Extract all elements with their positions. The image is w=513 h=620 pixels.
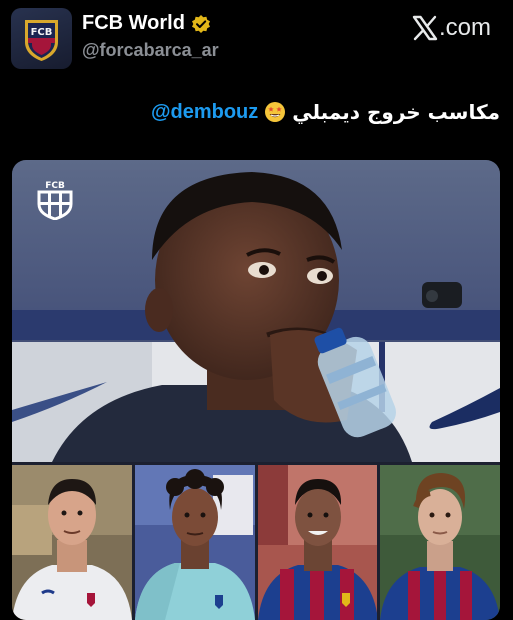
handle[interactable]: @forcabarca_ar bbox=[82, 40, 219, 61]
avatar-text: FCB bbox=[31, 27, 53, 38]
fcb-watermark-icon: FCB bbox=[37, 181, 73, 220]
player-thumbnails bbox=[12, 465, 500, 620]
player-thumb-2[interactable] bbox=[134, 465, 255, 620]
source-site-text: .com bbox=[438, 14, 491, 41]
tweet-header: FCB FCB World @forcabarca_ar .com bbox=[0, 0, 513, 80]
display-name[interactable]: FCB World bbox=[82, 12, 185, 35]
verified-badge-icon bbox=[191, 14, 211, 34]
media-card[interactable]: FCB bbox=[12, 160, 500, 620]
name-row: FCB World bbox=[82, 12, 211, 35]
player-thumb-4[interactable] bbox=[380, 465, 500, 620]
player-thumb-3[interactable] bbox=[257, 465, 378, 620]
mention-link[interactable]: @dembouz bbox=[151, 101, 258, 124]
main-photo[interactable] bbox=[12, 160, 500, 462]
star-struck-emoji-icon bbox=[264, 101, 286, 123]
fcb-crest-icon: FCB bbox=[25, 20, 58, 61]
source-badge[interactable]: .com bbox=[412, 14, 491, 42]
tweet-body: مكاسب خروج ديمبلي bbox=[292, 100, 500, 124]
player-thumb-1[interactable] bbox=[12, 465, 132, 620]
avatar[interactable]: FCB bbox=[11, 8, 72, 69]
watermark-text: FCB bbox=[45, 181, 65, 191]
x-logo-icon bbox=[412, 15, 438, 41]
tweet-text: مكاسب خروج ديمبلي @dembouz bbox=[151, 100, 500, 124]
